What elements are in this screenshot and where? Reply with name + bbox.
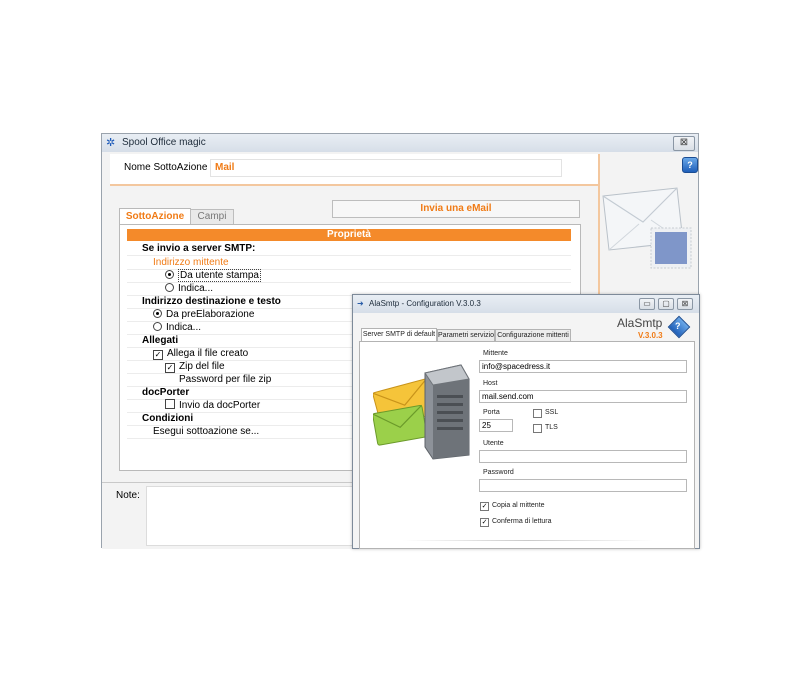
checkbox-checked-icon[interactable]: ✓ xyxy=(153,350,163,360)
password-input[interactable] xyxy=(479,479,687,492)
radio-da-utente-stampa[interactable]: Da utente stampa xyxy=(127,269,571,283)
host-input[interactable]: mail.send.com xyxy=(479,390,687,403)
radio-icon[interactable] xyxy=(153,322,162,331)
category-label: docPorter xyxy=(142,387,190,398)
category-label: Condizioni xyxy=(142,413,194,424)
minimize-button[interactable]: ▭ xyxy=(639,298,655,310)
smtp-titlebar: ➜ AlaSmtp - Configuration V.3.0.3 ▭ ▢ ⊠ xyxy=(353,295,699,313)
alasmtp-dialog: ➜ AlaSmtp - Configuration V.3.0.3 ▭ ▢ ⊠ … xyxy=(352,294,700,549)
properties-header: Proprietà xyxy=(127,229,571,241)
option-label: Zip del file xyxy=(179,361,225,372)
copia-mittente-checkbox[interactable]: ✓ xyxy=(480,502,489,511)
nome-sottoazione-value: Mail xyxy=(215,162,235,173)
notes-textarea[interactable] xyxy=(146,486,362,546)
copia-mittente-label: Copia al mittente xyxy=(492,502,545,509)
help-icon[interactable]: ? xyxy=(682,157,698,173)
tls-label: TLS xyxy=(545,424,558,431)
notes-label: Note: xyxy=(116,490,140,501)
category-label: Indirizzo destinazione e testo xyxy=(142,296,281,307)
option-label: Da preElaborazione xyxy=(166,309,255,320)
close-button[interactable]: ⊠ xyxy=(677,298,693,310)
utente-label: Utente xyxy=(483,440,504,447)
main-titlebar: ✲ Spool Office magic ⊠ xyxy=(102,134,698,152)
conferma-lettura-label: Conferma di lettura xyxy=(492,518,552,525)
tab-sottoazione[interactable]: SottoAzione xyxy=(119,208,191,225)
option-label: Invio da docPorter xyxy=(179,400,261,411)
close-button[interactable]: ⊠ xyxy=(673,136,695,151)
porta-label: Porta xyxy=(483,409,500,416)
envelope-stamp-icon xyxy=(602,187,692,269)
radio-selected-icon[interactable] xyxy=(153,309,162,318)
option-label: Indica... xyxy=(178,283,214,294)
nome-sottoazione-label: Nome SottoAzione xyxy=(124,162,208,173)
category-label: Se invio a server SMTP: xyxy=(142,243,256,254)
mittente-input[interactable]: info@spacedress.it xyxy=(479,360,687,373)
category-smtp: Se invio a server SMTP: xyxy=(127,242,571,256)
utente-input[interactable] xyxy=(479,450,687,463)
option-label: Esegui sottoazione se... xyxy=(153,426,260,437)
smtp-window-title: AlaSmtp - Configuration V.3.0.3 xyxy=(369,299,481,308)
spool-office-logo-icon: ✲ xyxy=(106,137,116,149)
host-label: Host xyxy=(483,380,498,387)
help-glyph: ? xyxy=(675,321,681,331)
checkbox-checked-icon[interactable]: ✓ xyxy=(165,363,175,373)
porta-input[interactable]: 25 xyxy=(479,419,513,432)
option-label: Password per file zip xyxy=(179,374,272,385)
ssl-label: SSL xyxy=(545,409,559,416)
mittente-label: Mittente xyxy=(483,350,508,357)
option-label: Indica... xyxy=(166,322,202,333)
tls-checkbox[interactable] xyxy=(533,424,542,433)
action-type-button[interactable]: Invia una eMail xyxy=(332,200,580,218)
tab-server-smtp[interactable]: Server SMTP di default xyxy=(361,328,437,342)
indirizzo-mittente-label: Indirizzo mittente xyxy=(153,257,229,268)
server-envelope-icon xyxy=(373,364,470,460)
maximize-button[interactable]: ▢ xyxy=(658,298,674,310)
alasmtp-logo-icon: ➜ xyxy=(357,299,364,308)
category-label: Allegati xyxy=(142,335,179,346)
option-label: Allega il file creato xyxy=(167,348,249,359)
radio-selected-icon[interactable] xyxy=(165,270,174,279)
password-label: Password xyxy=(483,469,514,476)
brand-name: AlaSmtp xyxy=(617,316,663,330)
panel-divider xyxy=(403,540,653,541)
tab-campi[interactable]: Campi xyxy=(190,209,234,224)
version-label: V.3.0.3 xyxy=(638,331,663,340)
conferma-lettura-checkbox[interactable]: ✓ xyxy=(480,518,489,527)
checkbox-icon[interactable] xyxy=(165,399,175,409)
property-row[interactable]: Indirizzo mittente xyxy=(127,256,571,270)
nome-sottoazione-field[interactable] xyxy=(210,159,562,177)
window-title: Spool Office magic xyxy=(122,137,206,148)
option-label: Da utente stampa xyxy=(178,269,261,282)
radio-icon[interactable] xyxy=(165,283,174,292)
ssl-checkbox[interactable] xyxy=(533,409,542,418)
